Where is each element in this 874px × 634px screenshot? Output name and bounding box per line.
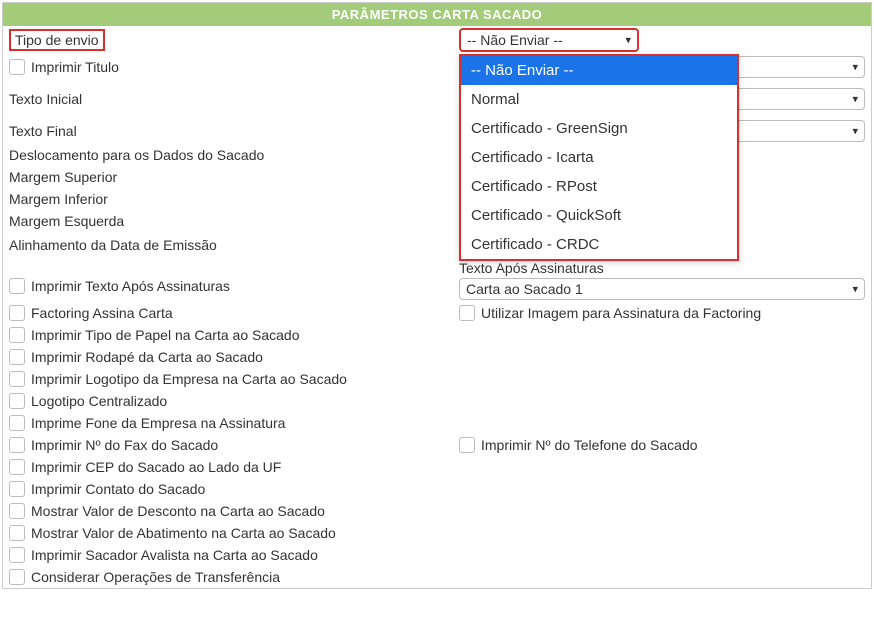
row-impr-fone: Imprime Fone da Empresa na Assinatura (3, 412, 871, 434)
label-impr-logotipo: Imprimir Logotipo da Empresa na Carta ao… (31, 371, 347, 387)
label-factoring-assina: Factoring Assina Carta (31, 305, 173, 321)
checkbox-impr-cep[interactable] (9, 459, 25, 475)
label-utilizar-imagem: Utilizar Imagem para Assinatura da Facto… (481, 305, 761, 321)
panel-header: PARÂMETROS CARTA SACADO (3, 3, 871, 26)
label-mostrar-abatimento: Mostrar Valor de Abatimento na Carta ao … (31, 525, 336, 541)
label-deslocamento: Deslocamento para os Dados do Sacado (9, 147, 264, 163)
row-texto-apos: Imprimir Texto Após Assinaturas Texto Ap… (3, 258, 871, 302)
label-logo-centralizado: Logotipo Centralizado (31, 393, 167, 409)
label-mostrar-desconto: Mostrar Valor de Desconto na Carta ao Sa… (31, 503, 325, 519)
parametros-panel: PARÂMETROS CARTA SACADO Tipo de envio --… (2, 2, 872, 589)
row-margem-esquerda: Margem Esquerda (3, 210, 871, 232)
checkbox-mostrar-abatimento[interactable] (9, 525, 25, 541)
row-impr-sacador: Imprimir Sacador Avalista na Carta ao Sa… (3, 544, 871, 566)
checkbox-logo-centralizado[interactable] (9, 393, 25, 409)
select-tipo-envio[interactable]: -- Não Enviar -- ▾ (459, 28, 639, 52)
row-impr-rodape: Imprimir Rodapé da Carta ao Sacado (3, 346, 871, 368)
row-margem-superior: Margem Superior (3, 166, 871, 188)
label-texto-final: Texto Final (9, 123, 77, 139)
row-considerar-op: Considerar Operações de Transferência (3, 566, 871, 588)
label-impr-cep: Imprimir CEP do Sacado ao Lado da UF (31, 459, 281, 475)
row-impr-cep: Imprimir CEP do Sacado ao Lado da UF (3, 456, 871, 478)
option-normal[interactable]: Normal (461, 85, 737, 114)
tipo-envio-options: -- Não Enviar -- Normal Certificado - Gr… (459, 54, 739, 261)
row-mostrar-desconto: Mostrar Valor de Desconto na Carta ao Sa… (3, 500, 871, 522)
checkbox-factoring-assina[interactable] (9, 305, 25, 321)
label-texto-inicial: Texto Inicial (9, 91, 82, 107)
checkbox-impr-contato[interactable] (9, 481, 25, 497)
row-mostrar-abatimento: Mostrar Valor de Abatimento na Carta ao … (3, 522, 871, 544)
label-imprimir-texto-apos: Imprimir Texto Após Assinaturas (31, 278, 230, 294)
checkbox-considerar-op[interactable] (9, 569, 25, 585)
label-impr-tipo-papel: Imprimir Tipo de Papel na Carta ao Sacad… (31, 327, 299, 343)
option-rpost[interactable]: Certificado - RPost (461, 172, 737, 201)
chevron-down-icon: ▾ (852, 283, 858, 296)
checkbox-impr-tipo-papel[interactable] (9, 327, 25, 343)
checkbox-impr-fone[interactable] (9, 415, 25, 431)
tipo-envio-dropdown-wrapper: -- Não Enviar -- ▾ -- Não Enviar -- Norm… (459, 28, 739, 52)
label-margem-esquerda: Margem Esquerda (9, 213, 124, 229)
chevron-down-icon: ▾ (852, 61, 858, 74)
checkbox-impr-sacador[interactable] (9, 547, 25, 563)
option-greensign[interactable]: Certificado - GreenSign (461, 114, 737, 143)
checkbox-impr-telefone[interactable] (459, 437, 475, 453)
row-deslocamento: Deslocamento para os Dados do Sacado (3, 144, 871, 166)
label-impr-sacador: Imprimir Sacador Avalista na Carta ao Sa… (31, 547, 318, 563)
option-icarta[interactable]: Certificado - Icarta (461, 143, 737, 172)
row-logo-centralizado: Logotipo Centralizado (3, 390, 871, 412)
label-impr-telefone: Imprimir Nº do Telefone do Sacado (481, 437, 698, 453)
label-impr-rodape: Imprimir Rodapé da Carta ao Sacado (31, 349, 263, 365)
chevron-down-icon: ▾ (852, 125, 858, 138)
chevron-down-icon: ▾ (625, 34, 631, 47)
row-alinhamento-data: Alinhamento da Data de Emissão À esquerd… (3, 232, 871, 258)
row-impr-contato: Imprimir Contato do Sacado (3, 478, 871, 500)
checkbox-impr-fax[interactable] (9, 437, 25, 453)
label-impr-fax: Imprimir Nº do Fax do Sacado (31, 437, 218, 453)
label-margem-superior: Margem Superior (9, 169, 117, 185)
label-tipo-envio: Tipo de envio (9, 29, 105, 51)
row-texto-inicial: Texto Inicial ▾ (3, 86, 871, 112)
label-margem-inferior: Margem Inferior (9, 191, 108, 207)
checkbox-impr-rodape[interactable] (9, 349, 25, 365)
option-quicksoft[interactable]: Certificado - QuickSoft (461, 201, 737, 230)
label-impr-fone: Imprime Fone da Empresa na Assinatura (31, 415, 285, 431)
option-nao-enviar[interactable]: -- Não Enviar -- (461, 56, 737, 85)
row-tipo-envio: Tipo de envio -- Não Enviar -- ▾ -- Não … (3, 26, 871, 54)
select-texto-apos[interactable]: Carta ao Sacado 1 ▾ (459, 278, 865, 300)
option-crdc[interactable]: Certificado - CRDC (461, 230, 737, 259)
chevron-down-icon: ▾ (852, 93, 858, 106)
checkbox-imprimir-texto-apos[interactable] (9, 278, 25, 294)
checkbox-mostrar-desconto[interactable] (9, 503, 25, 519)
row-margem-inferior: Margem Inferior (3, 188, 871, 210)
checkbox-utilizar-imagem[interactable] (459, 305, 475, 321)
label-alinhamento-data: Alinhamento da Data de Emissão (9, 237, 217, 253)
label-texto-apos-assinaturas: Texto Após Assinaturas (459, 260, 604, 276)
checkbox-impr-logotipo[interactable] (9, 371, 25, 387)
row-impr-logotipo: Imprimir Logotipo da Empresa na Carta ao… (3, 368, 871, 390)
select-tipo-envio-value: -- Não Enviar -- (467, 32, 563, 48)
row-impr-tipo-papel: Imprimir Tipo de Papel na Carta ao Sacad… (3, 324, 871, 346)
row-imprimir-titulo: Imprimir Titulo ▾ (3, 54, 871, 80)
checkbox-imprimir-titulo[interactable] (9, 59, 25, 75)
row-factoring: Factoring Assina Carta Utilizar Imagem p… (3, 302, 871, 324)
row-fax-telefone: Imprimir Nº do Fax do Sacado Imprimir Nº… (3, 434, 871, 456)
label-impr-contato: Imprimir Contato do Sacado (31, 481, 205, 497)
select-texto-apos-value: Carta ao Sacado 1 (466, 281, 583, 297)
label-considerar-op: Considerar Operações de Transferência (31, 569, 280, 585)
row-texto-final: Texto Final ▾ (3, 118, 871, 144)
label-imprimir-titulo: Imprimir Titulo (31, 59, 119, 75)
